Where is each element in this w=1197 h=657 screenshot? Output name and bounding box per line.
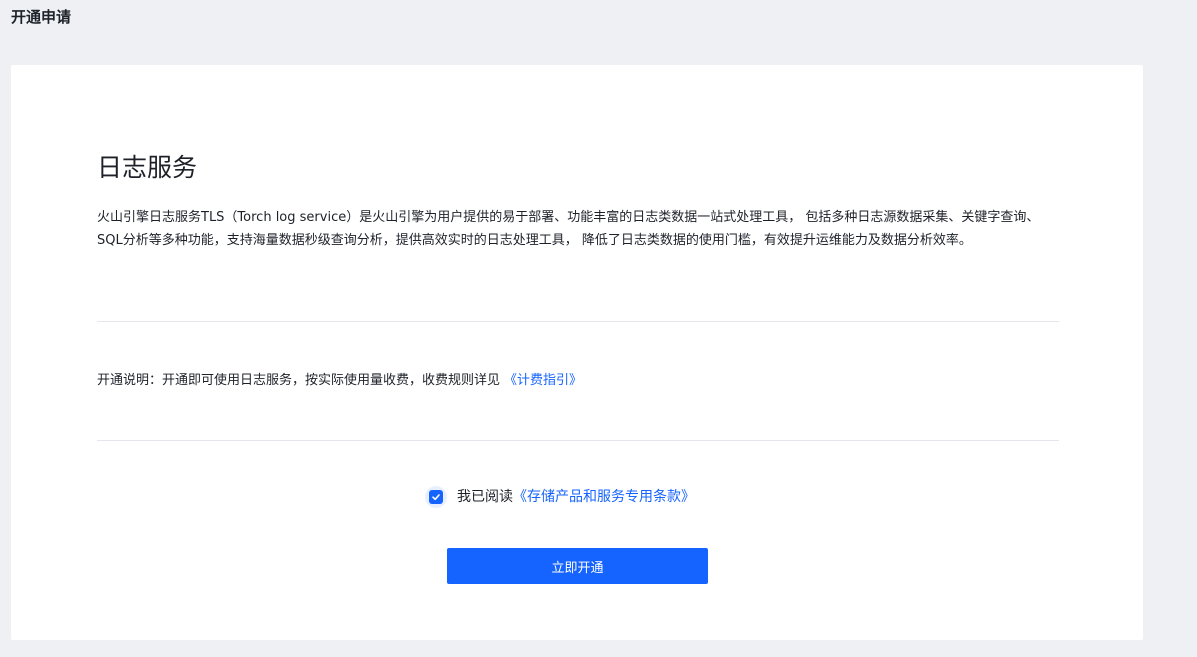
check-icon [429, 490, 443, 504]
divider [97, 321, 1059, 322]
storage-terms-link[interactable]: 《存储产品和服务专用条款》 [513, 486, 695, 508]
service-title: 日志服务 [97, 153, 198, 182]
service-card: 日志服务 火山引擎日志服务TLS（Torch log service）是火山引擎… [11, 65, 1143, 640]
billing-guide-link[interactable]: 《计费指引》 [504, 373, 582, 388]
agreement-prefix: 我已阅读 [457, 489, 513, 505]
page-title: 开通申请 [11, 8, 72, 26]
agreement-checkbox[interactable] [425, 486, 447, 508]
activation-note: 开通说明：开通即可使用日志服务，按实际使用量收费，收费规则详见 《计费指引》 [97, 370, 582, 392]
service-description: 火山引擎日志服务TLS（Torch log service）是火山引擎为用户提供… [97, 210, 1040, 248]
activation-note-text: 开通说明：开通即可使用日志服务，按实际使用量收费，收费规则详见 [97, 373, 501, 388]
activate-now-button[interactable]: 立即开通 [447, 548, 708, 584]
divider [97, 440, 1059, 441]
agreement-row: 我已阅读 《存储产品和服务专用条款》 [425, 486, 695, 508]
